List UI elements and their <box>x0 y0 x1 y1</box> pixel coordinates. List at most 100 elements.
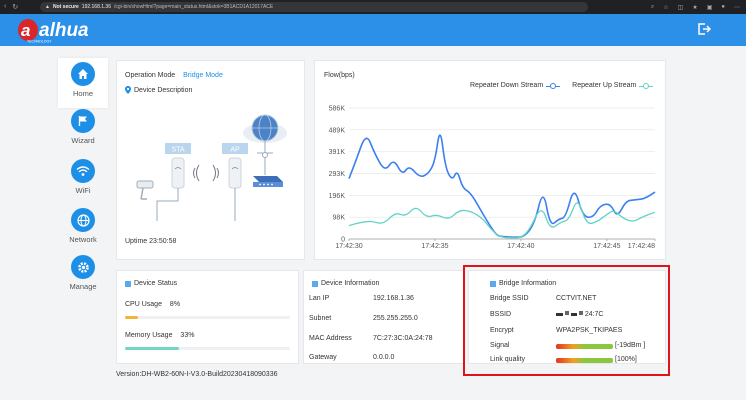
device-status-title: Device Status <box>125 280 177 287</box>
lan-ip-value: 192.168.1.36 <box>373 295 414 302</box>
url-path: /cgi-bin/showHtml?page=main_status.html&… <box>114 4 274 10</box>
device-status-panel: Device Status CPU Usage 8% Memory Usage … <box>116 270 299 364</box>
x-tick-label: 17:42:40 <box>507 243 534 250</box>
sidebar-item-wifi[interactable]: WiFi <box>58 155 108 205</box>
security-warning: Not secure <box>52 4 79 10</box>
ap-device-icon <box>228 157 242 189</box>
star-icon[interactable]: ☆ <box>663 4 668 11</box>
memory-usage-fill <box>125 347 180 350</box>
highlight-box <box>463 265 670 376</box>
y-tick-label: 489K <box>329 127 346 134</box>
url-host: 192.168.1.36 <box>81 4 111 10</box>
menu-icon[interactable]: ⋯ <box>734 4 740 11</box>
x-tick-label: 17:42:35 <box>421 243 448 250</box>
device-info-title: Device Information <box>312 280 379 287</box>
uptime-label: Uptime <box>125 238 148 245</box>
sidebar-item-label: Wizard <box>71 136 95 145</box>
operation-panel: Operation Mode Bridge Mode Device Descri… <box>116 60 305 260</box>
y-tick-label: 196K <box>329 193 346 200</box>
operation-mode-value[interactable]: Bridge Mode <box>183 72 223 79</box>
subnet-label: Subnet <box>309 315 332 322</box>
firmware-version: Version:DH-WB2-60N-I-V3.0-Build202304180… <box>116 371 278 378</box>
brand-subtitle: TECHNOLOGY <box>27 40 52 44</box>
x-tick-label: 17:42:30 <box>335 243 362 250</box>
memory-usage-bar <box>125 347 290 350</box>
device-info-title-text: Device Information <box>321 280 380 287</box>
cpu-usage-value: 8% <box>169 301 181 308</box>
sta-device-icon <box>171 157 185 189</box>
dahua-logo: a alhua TECHNOLOGY <box>18 19 89 44</box>
wifi-icon <box>71 159 95 183</box>
svg-text:a: a <box>21 21 30 40</box>
x-tick-label: 17:42:48 <box>628 243 655 250</box>
mac-address-value: 7C:27:3C:0A:24:78 <box>373 335 433 342</box>
gateway-label: Gateway <box>309 354 337 361</box>
switch-icon <box>253 176 283 187</box>
flow-chart: 098K196K293K391K489K586K17:42:30 17:42:35… <box>329 106 656 250</box>
sta-label: STA <box>171 147 184 154</box>
split-icon[interactable]: ◫ <box>678 4 684 11</box>
internet-globe-icon <box>243 114 287 175</box>
memory-usage: Memory Usage 33% <box>125 332 194 339</box>
sidebar-item-label: WiFi <box>75 186 91 195</box>
y-tick-label: 586K <box>329 106 346 113</box>
uptime-value: 23:50:58 <box>149 238 177 245</box>
device-description: Device Description <box>125 86 192 94</box>
zoom-icon[interactable]: ⌕ <box>651 4 654 11</box>
sidebar-item-network[interactable]: Network <box>58 204 108 254</box>
home-icon <box>71 62 95 86</box>
sidebar-item-wizard[interactable]: Wizard <box>58 105 108 155</box>
sidebar-item-manage[interactable]: Manage <box>58 251 108 301</box>
cpu-usage-bar <box>125 316 290 319</box>
back-icon[interactable]: ‹ <box>4 3 6 11</box>
browser-tools: ⌕ ☆ ◫ ★ ▣ ● ⋯ <box>596 4 746 11</box>
sidebar-item-label: Manage <box>69 282 97 291</box>
gear-icon <box>71 255 95 279</box>
address-bar[interactable]: ▲ Not secure 192.168.1.36 /cgi-bin/showH… <box>40 2 588 12</box>
device-status-title-text: Device Status <box>134 280 178 287</box>
brand-text: alhua <box>39 20 89 41</box>
sidebar-item-label: Network <box>69 235 97 244</box>
operation-mode: Operation Mode Bridge Mode <box>125 72 223 79</box>
section-square-icon <box>312 280 318 287</box>
y-tick-label: 98K <box>333 215 346 222</box>
lan-ip-label: Lan IP <box>309 295 330 302</box>
logout-icon[interactable] <box>697 22 711 36</box>
sidebar-item-label: Home <box>72 89 93 98</box>
mac-address-label: MAC Address <box>309 335 352 342</box>
y-tick-label: 293K <box>329 171 346 178</box>
memory-usage-value: 33% <box>180 332 195 339</box>
series-line-down-stream <box>348 134 656 239</box>
browser-toolbar: ‹ ↻ ▲ Not secure 192.168.1.36 /cgi-bin/s… <box>0 0 746 14</box>
operation-mode-label: Operation Mode <box>125 72 176 79</box>
cpu-usage: CPU Usage 8% <box>125 301 180 308</box>
globe-icon <box>71 208 95 232</box>
series-line-up-stream <box>348 202 656 239</box>
gateway-value: 0.0.0.0 <box>373 354 395 361</box>
ap-label: AP <box>230 147 240 154</box>
subnet-value: 255.255.255.0 <box>373 315 418 322</box>
browser-nav: ‹ ↻ <box>0 3 40 11</box>
profile-icon[interactable]: ● <box>721 4 725 11</box>
flow-panel: Flow(bps) Repeater Down Stream Repeater … <box>314 60 666 260</box>
memory-usage-label: Memory Usage <box>125 332 173 339</box>
location-pin-icon <box>125 86 131 94</box>
sidebar-item-home[interactable]: Home <box>58 58 108 108</box>
device-description-label: Device Description <box>134 86 193 94</box>
reload-icon[interactable]: ↻ <box>12 3 18 11</box>
camera-icon <box>136 180 154 200</box>
collections-icon[interactable]: ▣ <box>707 4 713 11</box>
wireless-waves-icon <box>193 164 219 182</box>
uptime: Uptime 23:50:58 <box>125 238 176 245</box>
top-header: a alhua TECHNOLOGY <box>0 14 746 46</box>
section-square-icon <box>125 280 131 287</box>
favorites-icon[interactable]: ★ <box>692 4 697 11</box>
warning-icon: ▲ <box>45 4 50 10</box>
flag-icon <box>71 109 95 133</box>
y-tick-label: 391K <box>329 149 346 156</box>
x-tick-label: 17:42:45 <box>593 243 620 250</box>
device-info-panel: Device Information Lan IP 192.168.1.36 S… <box>303 270 465 364</box>
cpu-usage-label: CPU Usage <box>125 301 162 308</box>
bridge-diagram: STA AP <box>136 114 287 221</box>
cpu-usage-fill <box>125 316 139 319</box>
